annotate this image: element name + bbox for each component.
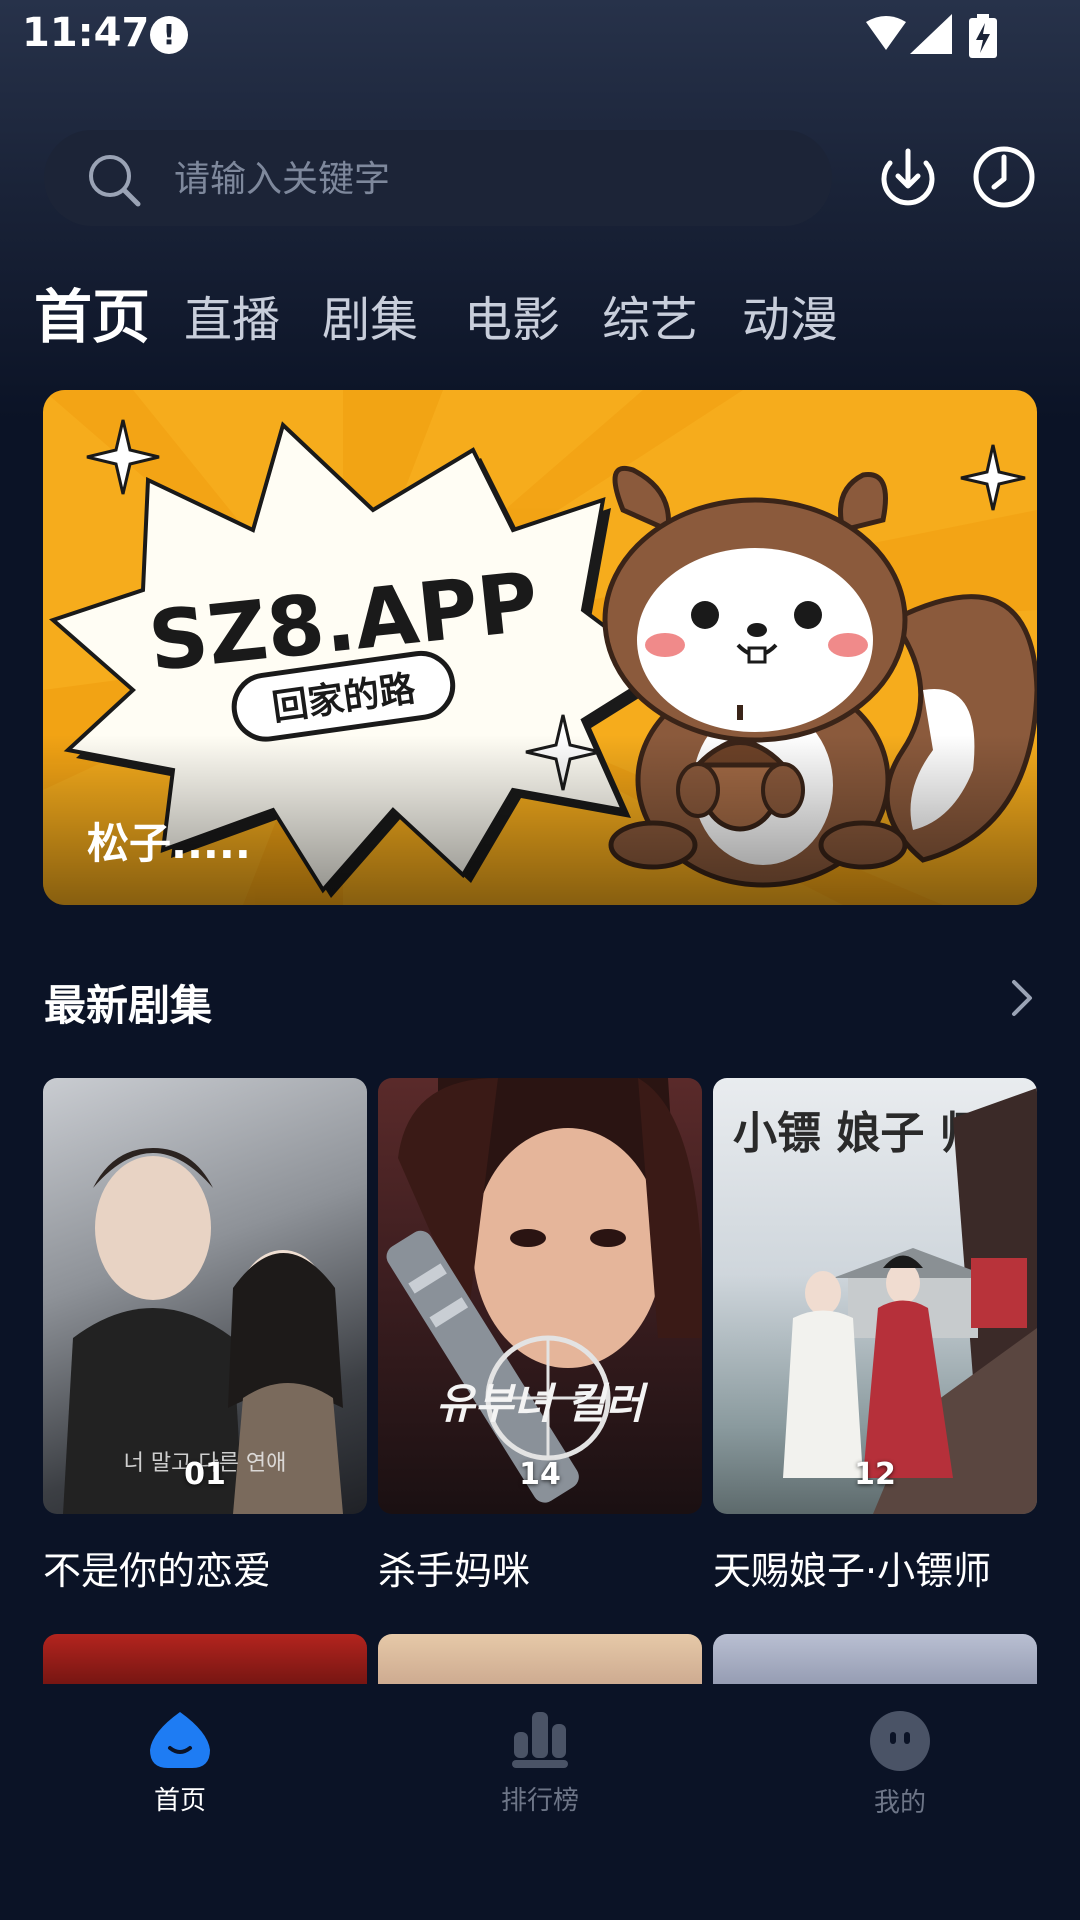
tab-movies[interactable]: 电影 xyxy=(464,280,560,350)
chevron-right-icon[interactable] xyxy=(1010,978,1034,1018)
poster-art: 小镖 娘子 师 xyxy=(733,1088,1037,1514)
poster-art: 너 말고 다른 연애 xyxy=(63,1148,343,1514)
alert-icon: ! xyxy=(150,16,188,54)
poster-title: 小镖 娘子 师 xyxy=(733,1108,984,1159)
status-time: 11:47 xyxy=(22,10,150,56)
episode-badge: 01 xyxy=(184,1457,226,1492)
drama-card[interactable]: 유부녀 킬러 14 杀手妈咪 xyxy=(378,1078,702,1595)
poster-image: 유부녀 킬러 14 xyxy=(378,1078,702,1514)
bottom-navigation: 首页 排行榜 我的 xyxy=(0,1684,1080,1920)
tab-home[interactable]: 首页 xyxy=(34,270,150,354)
drama-card[interactable]: 너 말고 다른 연애 01 不是你的恋爱 xyxy=(43,1078,367,1595)
nav-profile[interactable]: 我的 xyxy=(800,1710,1000,1819)
drama-card[interactable]: 小镖 娘子 师 12 天赐娘子·小镖师 xyxy=(713,1078,1037,1595)
tab-anime[interactable]: 动漫 xyxy=(742,280,838,350)
section-title: 最新剧集 xyxy=(44,981,213,1030)
tab-live[interactable]: 直播 xyxy=(184,280,280,350)
status-bar: 11:47 ! xyxy=(0,0,1080,70)
poster-title: 유부녀 킬러 xyxy=(436,1379,648,1428)
tab-series[interactable]: 剧集 xyxy=(322,280,418,350)
profile-face-icon xyxy=(870,1711,930,1771)
battery-charging-icon xyxy=(969,14,997,58)
drama-title: 天赐娘子·小镖师 xyxy=(713,1549,992,1593)
poster-image: 小镖 娘子 师 12 xyxy=(713,1078,1037,1514)
episode-badge: 14 xyxy=(519,1457,561,1492)
poster-image: 너 말고 다른 연애 01 xyxy=(43,1078,367,1514)
nav-ranking-label: 排行榜 xyxy=(500,1786,579,1816)
signal-icon xyxy=(910,14,952,54)
drama-title: 不是你的恋爱 xyxy=(43,1549,272,1593)
home-smile-icon xyxy=(150,1712,210,1768)
search-input[interactable] xyxy=(172,148,776,210)
banner-caption: 松子..... xyxy=(87,819,251,868)
tab-variety[interactable]: 综艺 xyxy=(602,280,698,350)
drama-title: 杀手妈咪 xyxy=(378,1549,531,1593)
search-bar[interactable] xyxy=(44,130,832,226)
nav-ranking[interactable]: 排行榜 xyxy=(440,1710,640,1817)
promo-banner[interactable]: SZ8.APP 回家的路 松子..... xyxy=(43,390,1037,905)
bar-chart-icon xyxy=(512,1712,568,1768)
nav-home-label: 首页 xyxy=(153,1786,206,1816)
episode-badge: 12 xyxy=(854,1457,896,1492)
nav-profile-label: 我的 xyxy=(873,1788,926,1818)
download-icon[interactable] xyxy=(876,145,940,209)
history-icon[interactable] xyxy=(970,143,1038,211)
search-icon xyxy=(89,155,141,207)
nav-home[interactable]: 首页 xyxy=(80,1710,280,1817)
poster-art: 유부녀 킬러 xyxy=(386,1078,702,1503)
wifi-icon xyxy=(866,16,906,50)
